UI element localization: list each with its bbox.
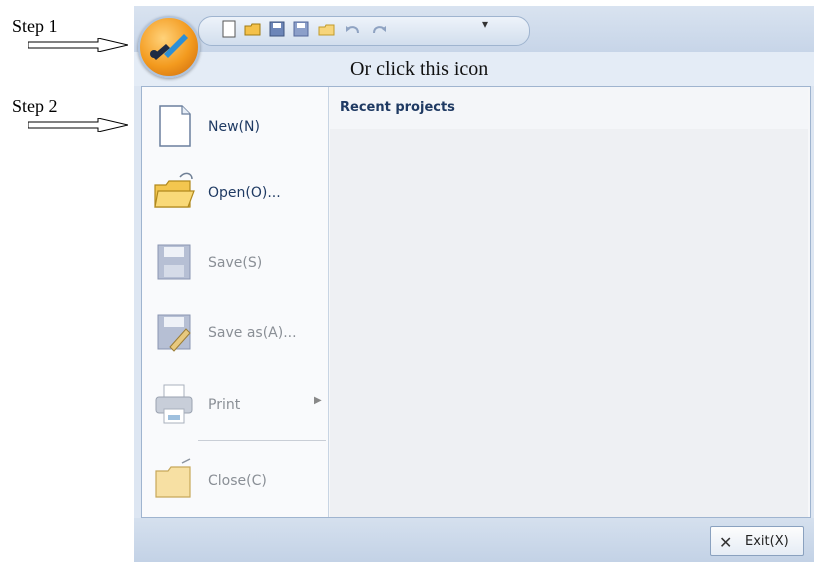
menu-label-save: Save(S): [208, 255, 263, 271]
menu-item-close: Close(C): [142, 451, 328, 511]
menu-label-save-as: Save as(A)...: [208, 325, 297, 341]
menu-item-save-as: Save as(A)...: [142, 303, 328, 363]
file-menu-panel: New(N) Open(O)... Save(S) Save as(A)... …: [141, 86, 811, 518]
customize-caret-icon[interactable]: ▾: [482, 17, 488, 31]
step2-label: Step 2: [12, 96, 58, 116]
step1-arrow: [28, 38, 128, 52]
recent-projects-title: Recent projects: [340, 100, 455, 115]
menu-footer: ✕ Exit(X): [134, 518, 814, 562]
menu-label-new: New(N): [208, 119, 260, 135]
menu-item-new[interactable]: New(N): [142, 97, 328, 157]
menu-item-open[interactable]: Open(O)...: [142, 163, 328, 223]
app-window: ▾ Or click this icon New(N) Open(O)... S…: [134, 6, 814, 562]
close-x-icon: ✕: [719, 533, 733, 552]
undo-icon[interactable]: [344, 20, 362, 38]
menu-item-save: Save(S): [142, 233, 328, 293]
app-orb-button[interactable]: [138, 16, 200, 78]
orb-hint-text: Or click this icon: [350, 58, 489, 80]
new-icon[interactable]: [220, 20, 238, 38]
menu-label-print: Print: [208, 397, 241, 413]
folder-icon[interactable]: [318, 20, 336, 38]
open-folder-icon: [154, 172, 195, 208]
menu-commands-column: New(N) Open(O)... Save(S) Save as(A)... …: [142, 87, 329, 517]
quick-access-toolbar: ▾: [134, 6, 814, 52]
recent-projects-header: Recent projects: [330, 87, 808, 130]
save-as-icon[interactable]: [292, 20, 310, 38]
step1-label: Step 1: [12, 16, 58, 36]
save-as-icon: [157, 314, 191, 352]
printer-icon: [155, 384, 193, 424]
exit-button[interactable]: ✕ Exit(X): [710, 526, 804, 556]
step2-arrow: [28, 118, 128, 132]
exit-button-label: Exit(X): [745, 534, 789, 549]
save-icon[interactable]: [268, 20, 286, 38]
close-folder-icon: [155, 458, 191, 498]
menu-separator: [198, 440, 326, 441]
floppy-disk-icon: [157, 244, 191, 280]
open-icon[interactable]: [244, 20, 262, 38]
redo-icon[interactable]: [370, 20, 388, 38]
app-logo-icon: [150, 34, 188, 60]
menu-label-close: Close(C): [208, 473, 267, 489]
menu-item-print: Print ▶: [142, 375, 328, 435]
menu-label-open: Open(O)...: [208, 185, 281, 201]
submenu-arrow-icon: ▶: [314, 395, 322, 406]
new-document-icon: [159, 105, 191, 147]
recent-projects-list: [330, 129, 808, 517]
